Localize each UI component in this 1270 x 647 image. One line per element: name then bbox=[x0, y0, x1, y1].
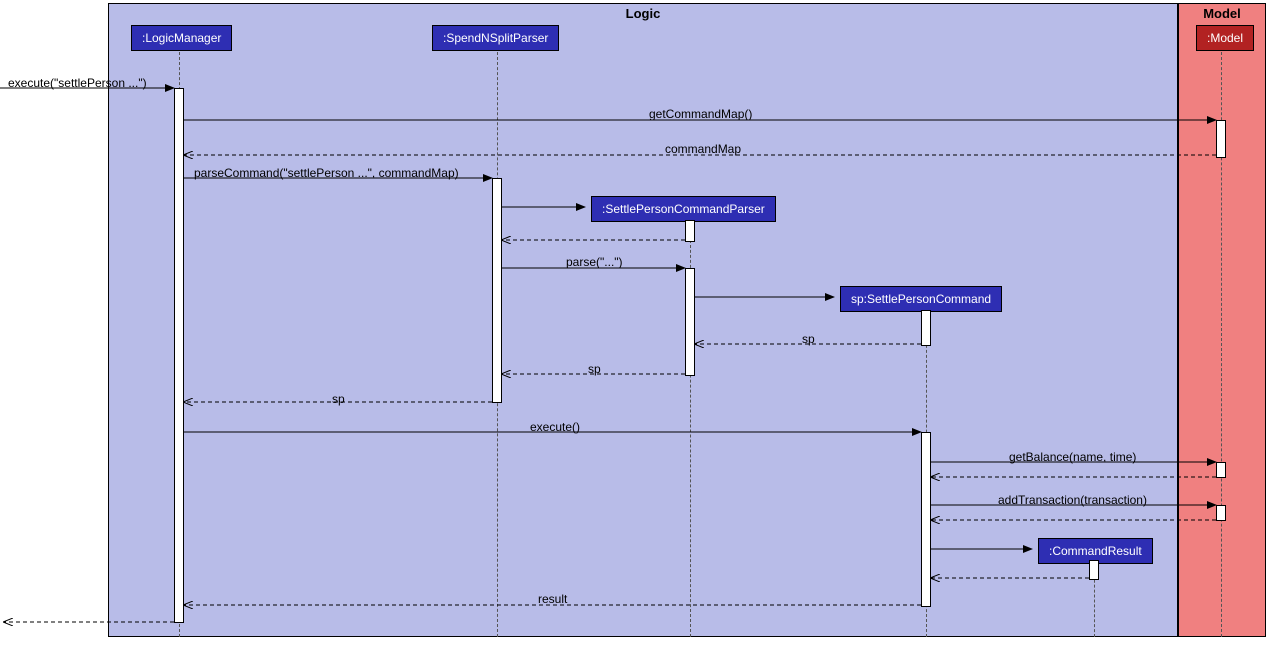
participant-spcommand: sp:SettlePersonCommand bbox=[840, 286, 1002, 312]
activation-spendnsplit bbox=[492, 178, 502, 403]
msg-result: result bbox=[538, 592, 567, 606]
activation-settlepersonparser-1 bbox=[685, 220, 695, 242]
msg-addtransaction: addTransaction(transaction) bbox=[998, 493, 1147, 507]
msg-parse: parse("...") bbox=[566, 255, 623, 269]
activation-model-3 bbox=[1216, 505, 1226, 521]
msg-getbalance: getBalance(name, time) bbox=[1009, 450, 1136, 464]
activation-spcommand-1 bbox=[921, 310, 931, 346]
participant-logicmanager: :LogicManager bbox=[131, 25, 232, 51]
activation-settlepersonparser-2 bbox=[685, 268, 695, 376]
activation-model-2 bbox=[1216, 462, 1226, 478]
msg-execute2: execute() bbox=[530, 420, 580, 434]
msg-execute1: execute("settlePerson ...") bbox=[8, 76, 147, 90]
model-frame-label: Model bbox=[1195, 4, 1249, 23]
logic-frame-label: Logic bbox=[618, 4, 669, 23]
logic-frame: Logic bbox=[108, 3, 1178, 637]
msg-parsecommand: parseCommand("settlePerson ...", command… bbox=[194, 166, 459, 180]
msg-sp1: sp bbox=[802, 332, 815, 346]
msg-sp3: sp bbox=[332, 392, 345, 406]
activation-spcommand-2 bbox=[921, 432, 931, 607]
msg-sp2: sp bbox=[588, 362, 601, 376]
msg-getcommandmap: getCommandMap() bbox=[649, 107, 752, 121]
model-frame: Model bbox=[1178, 3, 1266, 637]
activation-commandresult bbox=[1089, 560, 1099, 580]
participant-model: :Model bbox=[1196, 25, 1254, 51]
activation-logicmanager bbox=[174, 88, 184, 623]
msg-commandmap: commandMap bbox=[665, 142, 741, 156]
activation-model-1 bbox=[1216, 120, 1226, 158]
participant-spendnsplitparser: :SpendNSplitParser bbox=[432, 25, 559, 51]
participant-settlepersonparser: :SettlePersonCommandParser bbox=[591, 196, 776, 222]
